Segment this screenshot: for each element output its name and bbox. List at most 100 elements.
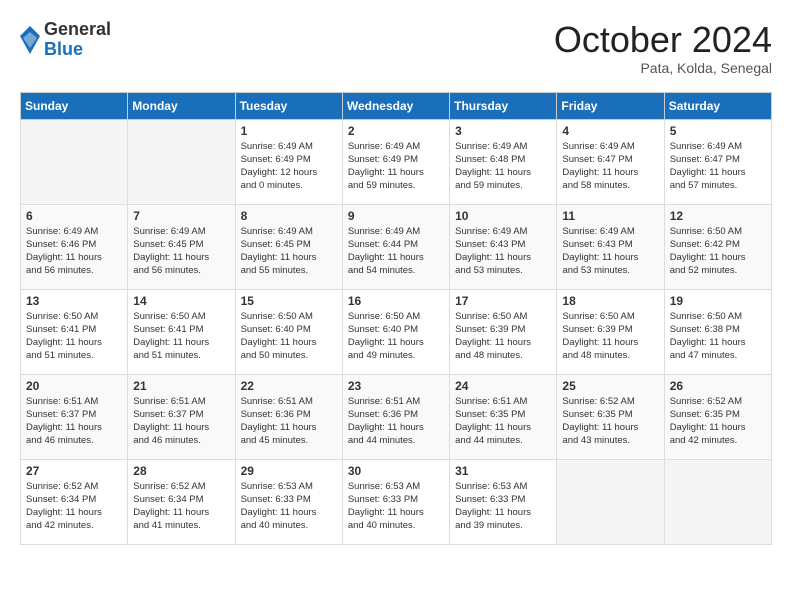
day-info: Sunrise: 6:51 AM Sunset: 6:36 PM Dayligh…: [241, 395, 337, 448]
weekday-header: Saturday: [664, 92, 771, 119]
weekday-header: Tuesday: [235, 92, 342, 119]
calendar-cell: 3 Sunrise: 6:49 AM Sunset: 6:48 PM Daylig…: [450, 119, 557, 204]
calendar-cell: 16 Sunrise: 6:50 AM Sunset: 6:40 PM Dayli…: [342, 289, 449, 374]
day-number: 20: [26, 379, 122, 393]
day-number: 22: [241, 379, 337, 393]
weekday-header: Friday: [557, 92, 664, 119]
calendar-cell: 29 Sunrise: 6:53 AM Sunset: 6:33 PM Dayli…: [235, 459, 342, 544]
calendar-cell: 26 Sunrise: 6:52 AM Sunset: 6:35 PM Dayli…: [664, 374, 771, 459]
day-info: Sunrise: 6:52 AM Sunset: 6:35 PM Dayligh…: [670, 395, 766, 448]
day-number: 17: [455, 294, 551, 308]
day-info: Sunrise: 6:51 AM Sunset: 6:37 PM Dayligh…: [133, 395, 229, 448]
title-block: October 2024 Pata, Kolda, Senegal: [554, 20, 772, 76]
calendar-cell: 7Sunrise: 6:49 AM Sunset: 6:45 PM Daylig…: [128, 204, 235, 289]
weekday-header: Wednesday: [342, 92, 449, 119]
day-info: Sunrise: 6:50 AM Sunset: 6:41 PM Dayligh…: [26, 310, 122, 363]
logo: General Blue: [20, 20, 111, 60]
logo-icon: [20, 26, 40, 54]
day-info: Sunrise: 6:52 AM Sunset: 6:34 PM Dayligh…: [133, 480, 229, 533]
day-info: Sunrise: 6:52 AM Sunset: 6:34 PM Dayligh…: [26, 480, 122, 533]
day-info: Sunrise: 6:50 AM Sunset: 6:42 PM Dayligh…: [670, 225, 766, 278]
day-info: Sunrise: 6:50 AM Sunset: 6:40 PM Dayligh…: [241, 310, 337, 363]
calendar-cell: 13Sunrise: 6:50 AM Sunset: 6:41 PM Dayli…: [21, 289, 128, 374]
calendar-cell: 1 Sunrise: 6:49 AM Sunset: 6:49 PM Daylig…: [235, 119, 342, 204]
calendar-cell: 12 Sunrise: 6:50 AM Sunset: 6:42 PM Dayli…: [664, 204, 771, 289]
day-number: 6: [26, 209, 122, 223]
page-header: General Blue October 2024 Pata, Kolda, S…: [20, 20, 772, 76]
calendar-cell: [21, 119, 128, 204]
weekday-header-row: SundayMondayTuesdayWednesdayThursdayFrid…: [21, 92, 772, 119]
calendar-cell: 23Sunrise: 6:51 AM Sunset: 6:36 PM Dayli…: [342, 374, 449, 459]
day-number: 30: [348, 464, 444, 478]
day-info: Sunrise: 6:53 AM Sunset: 6:33 PM Dayligh…: [455, 480, 551, 533]
calendar-cell: 8 Sunrise: 6:49 AM Sunset: 6:45 PM Daylig…: [235, 204, 342, 289]
calendar-week-row: 13Sunrise: 6:50 AM Sunset: 6:41 PM Dayli…: [21, 289, 772, 374]
calendar-week-row: 6 Sunrise: 6:49 AM Sunset: 6:46 PM Daylig…: [21, 204, 772, 289]
calendar-week-row: 1 Sunrise: 6:49 AM Sunset: 6:49 PM Daylig…: [21, 119, 772, 204]
calendar-cell: 18 Sunrise: 6:50 AM Sunset: 6:39 PM Dayli…: [557, 289, 664, 374]
day-number: 10: [455, 209, 551, 223]
day-info: Sunrise: 6:49 AM Sunset: 6:46 PM Dayligh…: [26, 225, 122, 278]
day-info: Sunrise: 6:49 AM Sunset: 6:44 PM Dayligh…: [348, 225, 444, 278]
day-number: 24: [455, 379, 551, 393]
calendar-cell: 27 Sunrise: 6:52 AM Sunset: 6:34 PM Dayli…: [21, 459, 128, 544]
calendar-cell: 28Sunrise: 6:52 AM Sunset: 6:34 PM Dayli…: [128, 459, 235, 544]
calendar-cell: 24 Sunrise: 6:51 AM Sunset: 6:35 PM Dayli…: [450, 374, 557, 459]
calendar-cell: 19Sunrise: 6:50 AM Sunset: 6:38 PM Dayli…: [664, 289, 771, 374]
day-number: 5: [670, 124, 766, 138]
calendar-cell: 20 Sunrise: 6:51 AM Sunset: 6:37 PM Dayli…: [21, 374, 128, 459]
day-number: 12: [670, 209, 766, 223]
calendar-cell: 21 Sunrise: 6:51 AM Sunset: 6:37 PM Dayli…: [128, 374, 235, 459]
calendar-cell: [664, 459, 771, 544]
day-number: 21: [133, 379, 229, 393]
day-info: Sunrise: 6:49 AM Sunset: 6:49 PM Dayligh…: [348, 140, 444, 193]
day-info: Sunrise: 6:50 AM Sunset: 6:41 PM Dayligh…: [133, 310, 229, 363]
day-number: 16: [348, 294, 444, 308]
calendar-cell: [557, 459, 664, 544]
day-number: 29: [241, 464, 337, 478]
day-number: 18: [562, 294, 658, 308]
calendar-cell: 31Sunrise: 6:53 AM Sunset: 6:33 PM Dayli…: [450, 459, 557, 544]
calendar-cell: 2 Sunrise: 6:49 AM Sunset: 6:49 PM Daylig…: [342, 119, 449, 204]
day-info: Sunrise: 6:49 AM Sunset: 6:47 PM Dayligh…: [670, 140, 766, 193]
day-number: 15: [241, 294, 337, 308]
calendar-cell: 6 Sunrise: 6:49 AM Sunset: 6:46 PM Daylig…: [21, 204, 128, 289]
day-number: 27: [26, 464, 122, 478]
day-info: Sunrise: 6:50 AM Sunset: 6:39 PM Dayligh…: [562, 310, 658, 363]
day-number: 2: [348, 124, 444, 138]
day-info: Sunrise: 6:51 AM Sunset: 6:35 PM Dayligh…: [455, 395, 551, 448]
day-info: Sunrise: 6:49 AM Sunset: 6:49 PM Dayligh…: [241, 140, 337, 193]
location: Pata, Kolda, Senegal: [554, 60, 772, 76]
day-number: 3: [455, 124, 551, 138]
calendar-cell: 17Sunrise: 6:50 AM Sunset: 6:39 PM Dayli…: [450, 289, 557, 374]
day-info: Sunrise: 6:50 AM Sunset: 6:38 PM Dayligh…: [670, 310, 766, 363]
day-number: 8: [241, 209, 337, 223]
calendar-cell: 25Sunrise: 6:52 AM Sunset: 6:35 PM Dayli…: [557, 374, 664, 459]
weekday-header: Monday: [128, 92, 235, 119]
day-info: Sunrise: 6:51 AM Sunset: 6:36 PM Dayligh…: [348, 395, 444, 448]
logo-blue-text: Blue: [44, 40, 111, 60]
day-info: Sunrise: 6:49 AM Sunset: 6:48 PM Dayligh…: [455, 140, 551, 193]
day-number: 1: [241, 124, 337, 138]
calendar-cell: 30 Sunrise: 6:53 AM Sunset: 6:33 PM Dayli…: [342, 459, 449, 544]
day-info: Sunrise: 6:53 AM Sunset: 6:33 PM Dayligh…: [241, 480, 337, 533]
day-info: Sunrise: 6:49 AM Sunset: 6:47 PM Dayligh…: [562, 140, 658, 193]
day-info: Sunrise: 6:52 AM Sunset: 6:35 PM Dayligh…: [562, 395, 658, 448]
calendar-week-row: 20 Sunrise: 6:51 AM Sunset: 6:37 PM Dayli…: [21, 374, 772, 459]
day-number: 7: [133, 209, 229, 223]
logo-text: General Blue: [44, 20, 111, 60]
day-info: Sunrise: 6:49 AM Sunset: 6:45 PM Dayligh…: [241, 225, 337, 278]
day-info: Sunrise: 6:50 AM Sunset: 6:40 PM Dayligh…: [348, 310, 444, 363]
day-info: Sunrise: 6:53 AM Sunset: 6:33 PM Dayligh…: [348, 480, 444, 533]
calendar-cell: 9Sunrise: 6:49 AM Sunset: 6:44 PM Daylig…: [342, 204, 449, 289]
calendar-week-row: 27 Sunrise: 6:52 AM Sunset: 6:34 PM Dayli…: [21, 459, 772, 544]
day-number: 11: [562, 209, 658, 223]
weekday-header: Thursday: [450, 92, 557, 119]
weekday-header: Sunday: [21, 92, 128, 119]
calendar-cell: 4Sunrise: 6:49 AM Sunset: 6:47 PM Daylig…: [557, 119, 664, 204]
day-number: 26: [670, 379, 766, 393]
calendar-cell: [128, 119, 235, 204]
calendar-cell: 11Sunrise: 6:49 AM Sunset: 6:43 PM Dayli…: [557, 204, 664, 289]
calendar-table: SundayMondayTuesdayWednesdayThursdayFrid…: [20, 92, 772, 545]
day-info: Sunrise: 6:51 AM Sunset: 6:37 PM Dayligh…: [26, 395, 122, 448]
